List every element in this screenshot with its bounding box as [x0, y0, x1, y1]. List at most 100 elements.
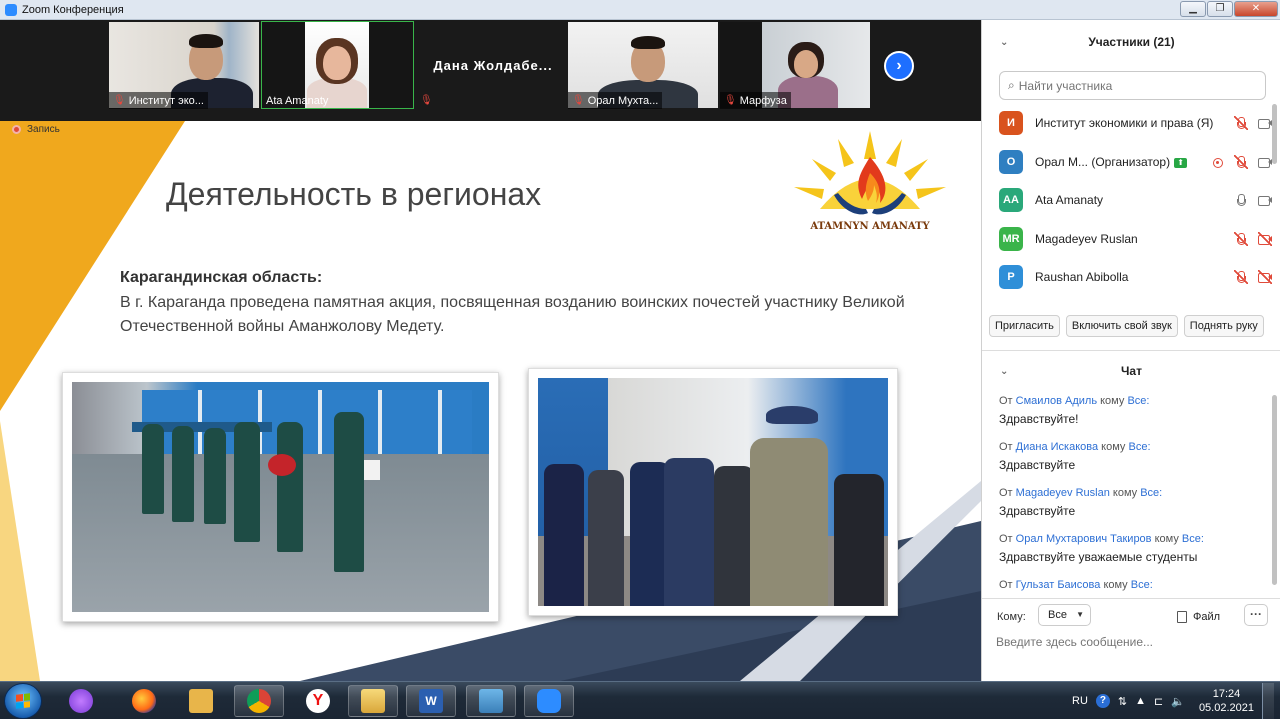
video-tile-active[interactable]: Ata Amanaty — [261, 21, 414, 109]
language-indicator[interactable]: RU — [1072, 695, 1088, 707]
taskbar-yandex[interactable]: Y — [293, 685, 343, 717]
recipient-select[interactable]: Все ▼ — [1038, 604, 1091, 626]
mic-muted-icon: 🎙 — [572, 95, 585, 106]
screen-share-icon: ⬆ — [1174, 157, 1188, 168]
chevron-right-icon: › — [896, 57, 902, 74]
mail-icon — [189, 689, 213, 713]
file-label: Файл — [1193, 611, 1221, 623]
camera-icon[interactable] — [1258, 155, 1272, 169]
tile-namebar: 🎙 Орал Мухта... — [568, 92, 663, 109]
photo-officials-salute — [528, 368, 898, 616]
participants-scrollbar[interactable] — [1272, 104, 1277, 164]
file-button[interactable]: Файл — [1177, 611, 1220, 623]
tile-name: Орал Мухта... — [587, 94, 659, 107]
participant-row[interactable]: AA Ata Amanaty — [982, 181, 1272, 220]
unmute-button[interactable]: Включить свой звук — [1065, 315, 1178, 337]
chat-messages: От Смаилов Адиль кому Все: Здравствуйте!… — [999, 395, 1264, 595]
volume-icon[interactable]: 🔈 — [1171, 695, 1185, 708]
search-icon: ⌕ — [1008, 78, 1015, 92]
chat-message-text: Здравствуйте! — [999, 412, 1079, 426]
chat-header: ⌄ Чат — [982, 354, 1280, 388]
mic-muted-icon[interactable] — [1234, 116, 1248, 131]
folder-icon — [361, 689, 385, 713]
mic-muted-icon[interactable] — [1234, 231, 1248, 246]
chat-message-meta: От Смаилов Адиль кому Все: — [999, 395, 1264, 412]
recipient: Все: — [1127, 395, 1150, 407]
mic-muted-icon: 🎙 — [113, 95, 126, 106]
mic-muted-icon: 🎙 — [420, 95, 433, 106]
participant-row[interactable]: MR Magadeyev Ruslan — [982, 220, 1272, 259]
video-tile[interactable]: 🎙 Институт эко... — [109, 22, 259, 109]
notification-icon[interactable]: ⇅ — [1118, 695, 1127, 708]
alice-icon — [69, 689, 93, 713]
chat-title: Чат — [1121, 364, 1142, 378]
zoom-app-icon — [5, 3, 17, 16]
sender-name[interactable]: Magadeyev Ruslan — [1016, 487, 1110, 499]
more-options-button[interactable]: ··· — [1244, 604, 1268, 626]
chat-message-input[interactable] — [996, 635, 1266, 649]
sender-name[interactable]: Гульзат Баисова — [1016, 579, 1101, 591]
mic-muted-icon[interactable] — [1234, 154, 1248, 169]
photo-honor-guard — [62, 372, 499, 622]
participant-name: Raushan Abibolla — [1035, 270, 1129, 285]
show-hidden-icons[interactable]: ▲ — [1135, 695, 1146, 707]
recipient: Все: — [1128, 441, 1151, 453]
taskbar-firefox[interactable] — [119, 685, 169, 717]
tile-name: Институт эко... — [128, 94, 204, 107]
taskbar-mail[interactable] — [176, 685, 226, 717]
mic-icon[interactable] — [1234, 193, 1248, 207]
chevron-down-icon[interactable]: ⌄ — [1000, 37, 1008, 48]
chevron-down-icon[interactable]: ⌄ — [1000, 366, 1008, 377]
taskbar-word[interactable]: W — [406, 685, 456, 717]
recording-indicator[interactable]: Запись — [12, 124, 60, 135]
taskbar-photos[interactable] — [466, 685, 516, 717]
taskbar-chrome[interactable] — [234, 685, 284, 717]
close-button[interactable]: ✕ — [1234, 1, 1278, 17]
participant-row[interactable]: P Raushan Abibolla — [982, 258, 1272, 297]
chat-message-meta: От Гульзат Баисова кому Все: — [999, 579, 1264, 595]
participant-row[interactable]: О Орал М... (Организатор) ⬆ — [982, 143, 1272, 182]
participant-search[interactable]: ⌕ — [999, 71, 1266, 100]
windows-taskbar: Y W RU ? ⇅ ▲ ⊏ 🔈 17:24 05.02.2021 — [0, 681, 1280, 719]
invite-button[interactable]: Пригласить — [989, 315, 1060, 337]
region-heading: Карагандинская область: — [120, 269, 323, 286]
sender-name[interactable]: Диана Искакова — [1016, 441, 1098, 453]
video-strip: 🎙 Институт эко... Ata Amanaty 🎙 Дана Жол… — [0, 20, 981, 121]
participant-search-input[interactable] — [1018, 78, 1249, 93]
camera-icon[interactable] — [1258, 193, 1272, 207]
video-tile[interactable]: 🎙 Марфуза — [720, 22, 870, 109]
chrome-icon — [247, 689, 271, 713]
sender-name[interactable]: Орал Мухтарович Такиров — [1016, 533, 1152, 545]
video-tile[interactable]: 🎙 Орал Мухта... — [568, 22, 718, 109]
sender-name[interactable]: Смаилов Адиль — [1016, 395, 1097, 407]
participants-list: И Институт экономики и права (Я) О Орал … — [982, 104, 1272, 297]
tile-namebar: Ata Amanaty — [262, 92, 332, 109]
zoom-icon — [537, 689, 561, 713]
raise-hand-button[interactable]: Поднять руку — [1183, 315, 1264, 337]
minimize-button[interactable]: ▁ — [1180, 1, 1206, 17]
participant-status — [1234, 231, 1272, 246]
recipient: Все: — [1140, 487, 1163, 499]
taskbar-alice[interactable] — [56, 685, 106, 717]
participants-header: ⌄ Участники (21) — [982, 20, 1280, 64]
chat-scrollbar[interactable] — [1272, 395, 1277, 585]
camera-icon[interactable] — [1258, 116, 1272, 130]
next-page-button[interactable]: › — [884, 51, 914, 81]
taskbar-zoom[interactable] — [524, 685, 574, 717]
help-icon[interactable]: ? — [1095, 694, 1110, 708]
system-tray: RU ? ⇅ ▲ ⊏ 🔈 17:24 05.02.2021 — [1072, 682, 1280, 719]
camera-off-icon[interactable] — [1258, 231, 1272, 246]
network-icon[interactable]: ⊏ — [1154, 695, 1163, 708]
tile-namebar: 🎙 — [416, 92, 437, 109]
clock[interactable]: 17:24 05.02.2021 — [1199, 687, 1254, 715]
avatar: О — [999, 149, 1023, 174]
taskbar-explorer[interactable] — [348, 685, 398, 717]
participant-row[interactable]: И Институт экономики и права (Я) — [982, 104, 1272, 143]
maximize-button[interactable]: ❐ — [1207, 1, 1233, 17]
start-button[interactable] — [4, 683, 42, 719]
camera-off-icon[interactable] — [1258, 270, 1272, 285]
participant-name: Ata Amanaty — [1035, 193, 1104, 208]
show-desktop-button[interactable] — [1262, 683, 1274, 719]
chat-message: От Диана Искакова кому Все: Здравствуйте — [999, 441, 1264, 487]
mic-muted-icon[interactable] — [1234, 270, 1248, 285]
